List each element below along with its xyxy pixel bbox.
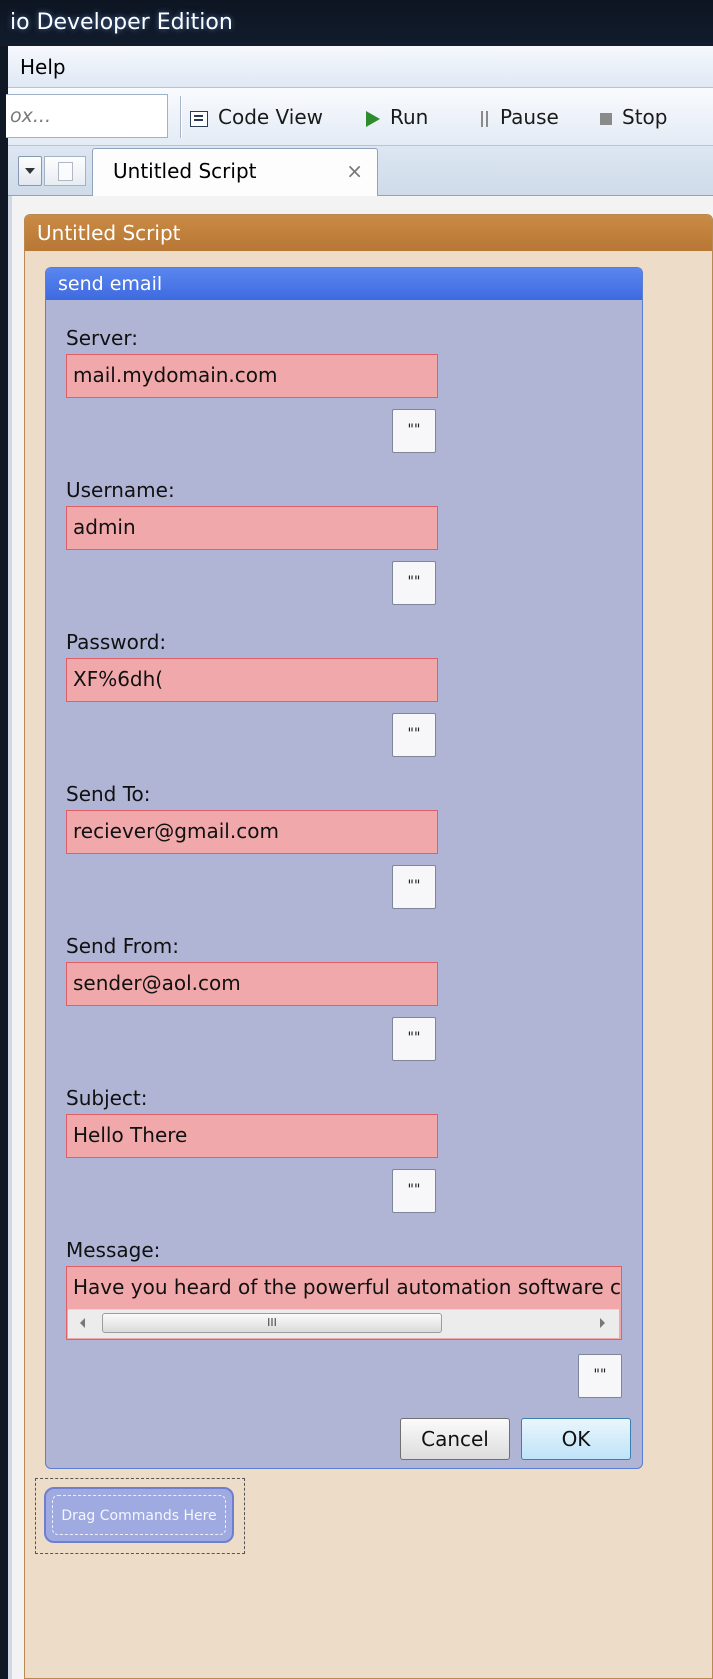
drag-commands-zone[interactable]: Drag Commands Here [35,1478,245,1554]
server-label: Server: [66,326,138,350]
code-view-icon [190,110,208,127]
tab-strip: Untitled Script × [8,146,713,196]
code-view-button[interactable]: Code View [190,96,323,138]
drag-commands-label: Drag Commands Here [52,1495,226,1535]
menu-help[interactable]: Help [14,46,72,88]
new-tab-button[interactable] [44,156,86,186]
scroll-right-icon[interactable] [600,1318,605,1328]
stop-label: Stop [622,105,668,129]
subject-field[interactable]: Hello There [66,1114,438,1158]
script-panel: Untitled Script send email Server: mail.… [24,214,713,1679]
subject-quote-button[interactable]: "" [392,1169,436,1213]
password-quote-button[interactable]: "" [392,713,436,757]
menu-bar: Help [8,46,713,88]
pause-button[interactable]: Pause [480,96,559,138]
username-label: Username: [66,478,175,502]
send-from-label: Send From: [66,934,180,958]
pause-label: Pause [500,105,559,129]
message-label: Message: [66,1238,161,1262]
close-icon[interactable]: × [346,149,363,193]
send-email-command: send email Server: mail.mydomain.com "" … [45,267,643,1469]
search-input[interactable]: ox... [6,94,168,138]
stop-icon [600,112,612,125]
run-button[interactable]: Run [366,96,428,138]
command-title: send email [46,268,642,300]
server-quote-button[interactable]: "" [392,409,436,453]
server-field[interactable]: mail.mydomain.com [66,354,438,398]
message-field[interactable]: Have you heard of the powerful automatio… [66,1266,622,1340]
code-view-label: Code View [218,105,324,129]
cancel-button[interactable]: Cancel [400,1418,510,1460]
message-text[interactable]: Have you heard of the powerful automatio… [67,1267,621,1307]
send-from-field[interactable]: sender@aol.com [66,962,438,1006]
toolbar: ox... Code View Run Pause Stop [6,88,713,146]
run-label: Run [390,105,429,129]
app-window: io Developer Edition Help ox... Code Vie… [0,0,713,1679]
tab-list-dropdown[interactable] [18,156,42,186]
play-icon [366,110,380,127]
drag-commands-target[interactable]: Drag Commands Here [44,1487,234,1543]
send-to-field[interactable]: reciever@gmail.com [66,810,438,854]
message-horizontal-scrollbar[interactable]: III [68,1309,619,1338]
tab-title: Untitled Script [113,159,257,183]
ok-button[interactable]: OK [521,1418,631,1460]
scroll-thumb[interactable]: III [102,1313,442,1333]
scroll-left-icon[interactable] [80,1318,85,1328]
window-title: io Developer Edition [0,0,713,46]
send-from-quote-button[interactable]: "" [392,1017,436,1061]
script-title: Untitled Script [25,215,712,251]
stop-button[interactable]: Stop [600,96,667,138]
send-to-quote-button[interactable]: "" [392,865,436,909]
pause-icon [480,110,490,127]
password-label: Password: [66,630,167,654]
password-field[interactable]: XF%6dh( [66,658,438,702]
message-quote-button[interactable]: "" [578,1354,622,1398]
username-quote-button[interactable]: "" [392,561,436,605]
tab-untitled-script[interactable]: Untitled Script × [92,148,378,196]
subject-label: Subject: [66,1086,148,1110]
send-to-label: Send To: [66,782,151,806]
username-field[interactable]: admin [66,506,438,550]
toolbar-separator [180,96,181,138]
